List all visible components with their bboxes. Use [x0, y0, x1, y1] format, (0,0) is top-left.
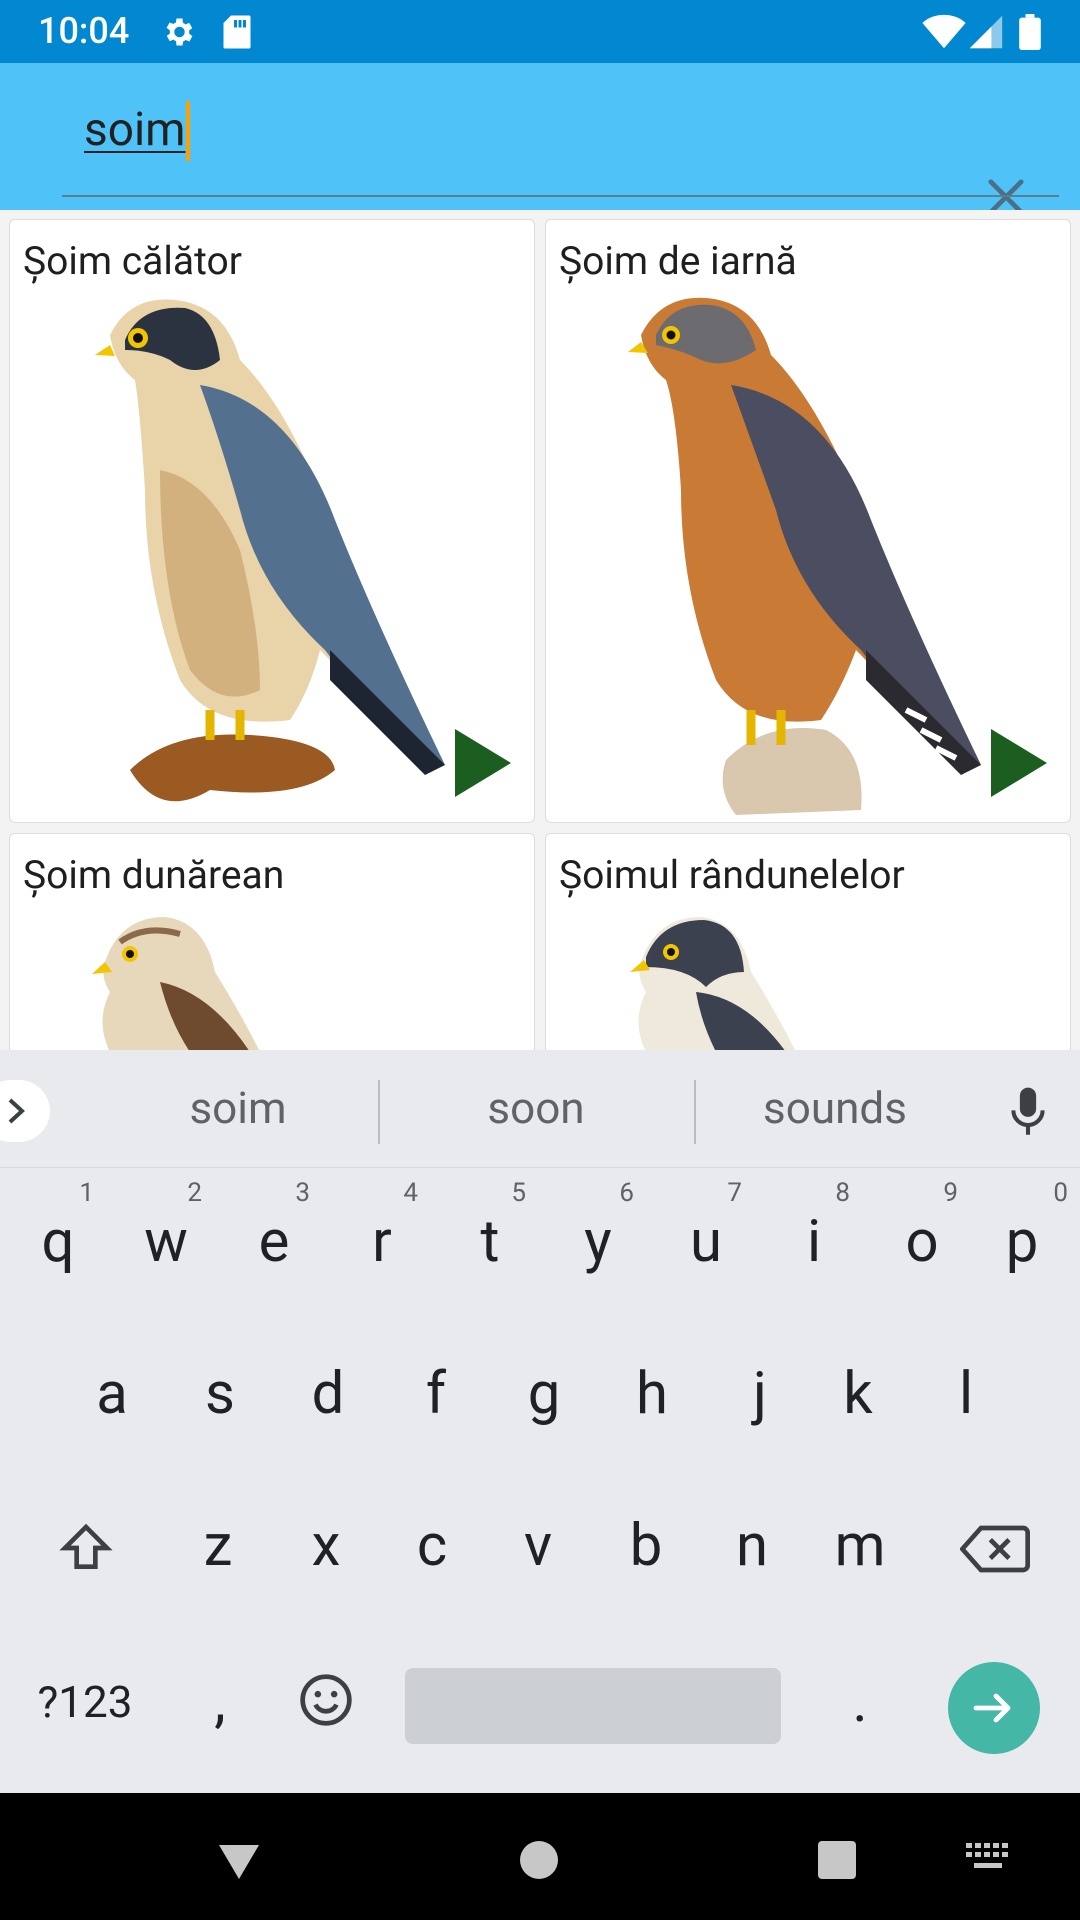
key[interactable]: l: [912, 1320, 1020, 1460]
keyboard-switch-icon[interactable]: [966, 1843, 1010, 1873]
backspace-key[interactable]: [940, 1472, 1050, 1612]
enter-button[interactable]: [948, 1662, 1040, 1754]
divider: [378, 1080, 380, 1144]
key[interactable]: h: [598, 1320, 706, 1460]
card-title: Șoim călător: [23, 238, 242, 284]
play-icon[interactable]: [987, 725, 1051, 801]
key[interactable]: 1q: [4, 1168, 112, 1308]
card-title: Șoim de iarnă: [559, 238, 797, 284]
result-card[interactable]: Șoim călător: [9, 219, 535, 823]
sd-card-icon: [222, 14, 252, 54]
mic-icon[interactable]: [1008, 1086, 1048, 1142]
key[interactable]: n: [698, 1472, 806, 1612]
suggestion[interactable]: soon: [416, 1082, 656, 1134]
result-card[interactable]: Șoim de iarnă: [545, 219, 1071, 823]
key[interactable]: v: [484, 1472, 592, 1612]
search-underline: [62, 195, 1059, 197]
search-input[interactable]: soim: [84, 103, 186, 163]
key[interactable]: f: [382, 1320, 490, 1460]
key[interactable]: 3e: [220, 1168, 328, 1308]
key[interactable]: 8i: [760, 1168, 868, 1308]
play-icon[interactable]: [451, 725, 515, 801]
period-key[interactable]: .: [806, 1628, 914, 1768]
shift-key[interactable]: [30, 1472, 140, 1612]
key[interactable]: 9o: [868, 1168, 976, 1308]
home-icon[interactable]: [520, 1841, 558, 1879]
key[interactable]: z: [164, 1472, 272, 1612]
card-title: Șoim dunărean: [23, 852, 285, 898]
key[interactable]: 5t: [436, 1168, 544, 1308]
recents-icon[interactable]: [818, 1841, 856, 1879]
key[interactable]: a: [58, 1320, 166, 1460]
key[interactable]: k: [804, 1320, 912, 1460]
soft-keyboard: soim soon sounds 1q 2w 3e 4r 5t 6y 7u 8i…: [0, 1050, 1080, 1793]
key[interactable]: s: [166, 1320, 274, 1460]
hobby-image: [630, 917, 795, 1050]
text-caret: [186, 101, 190, 161]
suggestion[interactable]: sounds: [715, 1082, 955, 1134]
saker-falcon-image: [92, 917, 259, 1050]
divider: [694, 1080, 696, 1144]
merlin-image: [628, 297, 981, 815]
symbols-key[interactable]: ?123: [20, 1628, 150, 1768]
emoji-icon[interactable]: [272, 1628, 380, 1768]
key[interactable]: m: [806, 1472, 914, 1612]
card-title: Șoimul rândunelelor: [559, 852, 905, 898]
settings-icon: [160, 14, 196, 54]
space-bar[interactable]: [405, 1668, 781, 1744]
search-toolbar: soim: [0, 63, 1080, 215]
chevron-right-icon[interactable]: [0, 1080, 50, 1142]
signal-icon: [968, 14, 1004, 54]
back-icon[interactable]: [216, 1841, 262, 1881]
wifi-icon: [922, 14, 966, 54]
result-card[interactable]: Șoimul rândunelelor: [545, 833, 1071, 1050]
key[interactable]: 0p: [968, 1168, 1076, 1308]
suggestion-strip: soim soon sounds: [0, 1050, 1080, 1168]
key[interactable]: c: [378, 1472, 486, 1612]
key[interactable]: x: [272, 1472, 380, 1612]
peregrine-falcon-image: [95, 299, 445, 802]
key[interactable]: g: [490, 1320, 598, 1460]
status-time: 10:04: [38, 10, 130, 52]
battery-icon: [1018, 14, 1042, 54]
suggestion[interactable]: soim: [118, 1082, 358, 1134]
key[interactable]: d: [274, 1320, 382, 1460]
key[interactable]: 7u: [652, 1168, 760, 1308]
key[interactable]: j: [706, 1320, 814, 1460]
key[interactable]: 6y: [544, 1168, 652, 1308]
key[interactable]: 2w: [112, 1168, 220, 1308]
status-bar: 10:04: [0, 0, 1080, 63]
key[interactable]: b: [592, 1472, 700, 1612]
result-card[interactable]: Șoim dunărean: [9, 833, 535, 1050]
key[interactable]: 4r: [328, 1168, 436, 1308]
results-grid: Șoim călător Șoim de iarnă Șoim dunărean…: [0, 210, 1080, 1050]
navigation-bar: [0, 1793, 1080, 1920]
comma-key[interactable]: ,: [166, 1628, 274, 1768]
